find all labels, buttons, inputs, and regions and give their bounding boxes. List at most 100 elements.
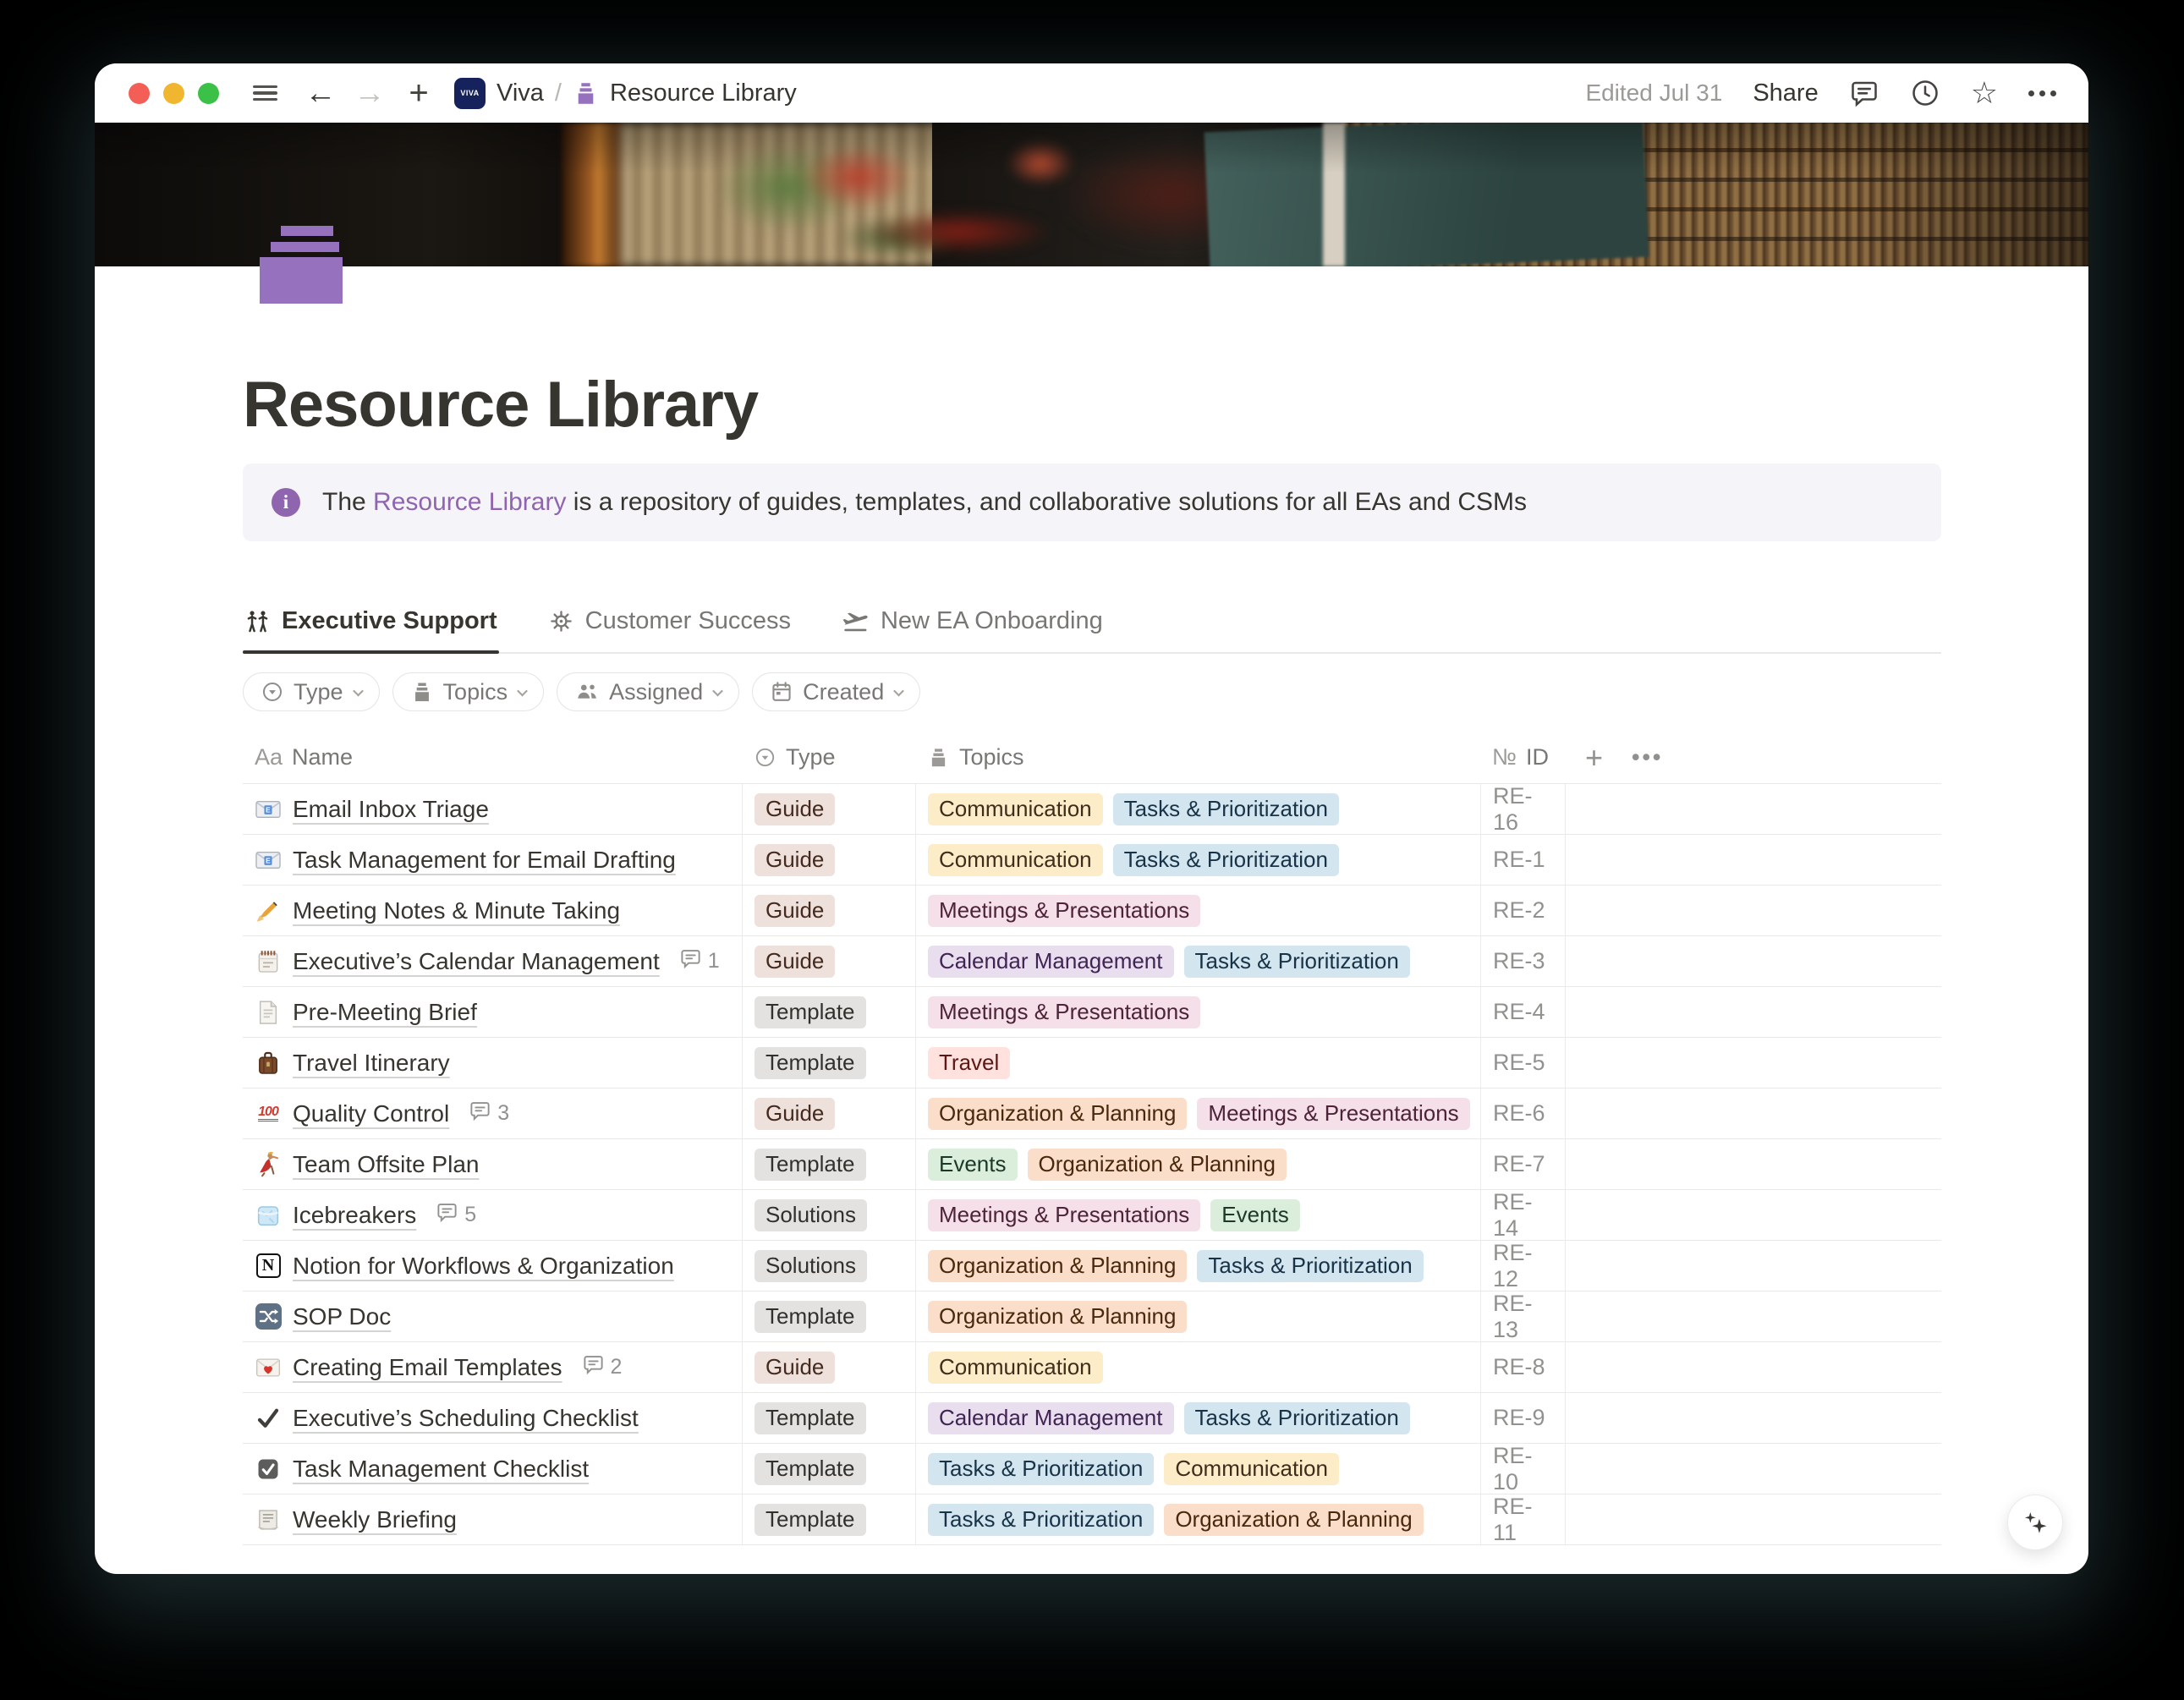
back-icon[interactable]: ← — [302, 74, 339, 112]
filter-chip-created[interactable]: Created — [752, 672, 920, 711]
comment-count-badge[interactable]: 3 — [469, 1100, 509, 1128]
id-cell[interactable]: RE-1 — [1480, 835, 1565, 885]
comment-count-badge[interactable]: 1 — [679, 947, 720, 976]
zoom-window-button[interactable] — [198, 83, 219, 104]
topics-cell[interactable]: Calendar ManagementTasks & Prioritizatio… — [915, 1393, 1480, 1443]
comments-icon[interactable] — [1849, 78, 1879, 108]
id-cell[interactable]: RE-7 — [1480, 1139, 1565, 1189]
name-cell[interactable]: 100Quality Control3 — [243, 1089, 742, 1138]
page-cover-image[interactable] — [95, 123, 2088, 266]
page-link[interactable]: Task Management Checklist — [293, 1456, 589, 1483]
type-cell[interactable]: Guide — [742, 1342, 915, 1392]
name-cell[interactable]: Weekly Briefing — [243, 1494, 742, 1544]
topics-cell[interactable]: Organization & PlanningTasks & Prioritiz… — [915, 1241, 1480, 1291]
id-cell[interactable]: RE-14 — [1480, 1190, 1565, 1240]
filter-chip-topics[interactable]: Topics — [392, 672, 545, 711]
filter-chip-assigned[interactable]: Assigned — [557, 672, 739, 711]
filter-chip-type[interactable]: Type — [243, 672, 380, 711]
id-cell[interactable]: RE-8 — [1480, 1342, 1565, 1392]
topics-cell[interactable]: Meetings & Presentations — [915, 886, 1480, 935]
type-cell[interactable]: Template — [742, 1038, 915, 1088]
id-cell[interactable]: RE-4 — [1480, 987, 1565, 1037]
id-cell[interactable]: RE-12 — [1480, 1241, 1565, 1291]
id-cell[interactable]: RE-2 — [1480, 886, 1565, 935]
page-link[interactable]: Executive’s Calendar Management — [293, 948, 660, 975]
page-link[interactable]: Executive’s Scheduling Checklist — [293, 1405, 639, 1432]
breadcrumb-page[interactable]: Resource Library — [610, 80, 797, 107]
topics-cell[interactable]: Meetings & Presentations — [915, 987, 1480, 1037]
page-link[interactable]: Pre-Meeting Brief — [293, 999, 477, 1026]
page-link[interactable]: Email Inbox Triage — [293, 796, 489, 823]
more-options-icon[interactable] — [2028, 90, 2056, 96]
type-cell[interactable]: Guide — [742, 936, 915, 986]
type-cell[interactable]: Template — [742, 1393, 915, 1443]
name-cell[interactable]: ETask Management for Email Drafting — [243, 835, 742, 885]
tab-new-ea-onboarding[interactable]: New EA Onboarding — [840, 599, 1105, 652]
name-cell[interactable]: SOP Doc — [243, 1291, 742, 1341]
page-archive-icon[interactable] — [260, 226, 343, 304]
id-cell[interactable]: RE-6 — [1480, 1089, 1565, 1138]
topics-cell[interactable]: CommunicationTasks & Prioritization — [915, 784, 1480, 834]
id-cell[interactable]: RE-16 — [1480, 784, 1565, 834]
type-cell[interactable]: Template — [742, 1291, 915, 1341]
page-link[interactable]: Meeting Notes & Minute Taking — [293, 897, 620, 924]
topics-cell[interactable]: Organization & PlanningMeetings & Presen… — [915, 1089, 1480, 1138]
name-cell[interactable]: Team Offsite Plan — [243, 1139, 742, 1189]
forward-icon[interactable]: → — [351, 74, 388, 112]
comment-count-badge[interactable]: 5 — [436, 1201, 476, 1230]
page-link[interactable]: Icebreakers — [293, 1202, 416, 1229]
page-link[interactable]: Quality Control — [293, 1100, 449, 1127]
name-cell[interactable]: Creating Email Templates 2 — [243, 1342, 742, 1392]
comment-count-badge[interactable]: 2 — [582, 1353, 623, 1382]
topics-cell[interactable]: Calendar ManagementTasks & Prioritizatio… — [915, 936, 1480, 986]
breadcrumb-workspace[interactable]: Viva — [497, 80, 544, 107]
id-cell[interactable]: RE-3 — [1480, 936, 1565, 986]
close-window-button[interactable] — [129, 83, 150, 104]
type-cell[interactable]: Template — [742, 1444, 915, 1494]
page-link[interactable]: Notion for Workflows & Organization — [293, 1253, 674, 1280]
column-header-topics[interactable]: Topics — [915, 744, 1480, 770]
page-title[interactable]: Resource Library — [243, 368, 1941, 441]
tab-executive-support[interactable]: Executive Support — [243, 599, 499, 652]
sidebar-toggle-icon[interactable] — [246, 74, 283, 112]
type-cell[interactable]: Template — [742, 1139, 915, 1189]
topics-cell[interactable]: EventsOrganization & Planning — [915, 1139, 1480, 1189]
workspace-logo[interactable]: VIVA — [454, 78, 486, 109]
topics-cell[interactable]: Tasks & PrioritizationOrganization & Pla… — [915, 1494, 1480, 1544]
history-clock-icon[interactable] — [1910, 78, 1940, 108]
name-cell[interactable]: Meeting Notes & Minute Taking — [243, 886, 742, 935]
type-cell[interactable]: Guide — [742, 886, 915, 935]
id-cell[interactable]: RE-13 — [1480, 1291, 1565, 1341]
id-cell[interactable]: RE-11 — [1480, 1494, 1565, 1544]
resource-library-link[interactable]: Resource Library — [373, 488, 566, 516]
name-cell[interactable]: Executive’s Scheduling Checklist — [243, 1393, 742, 1443]
type-cell[interactable]: Guide — [742, 1089, 915, 1138]
name-cell[interactable]: Task Management Checklist — [243, 1444, 742, 1494]
topics-cell[interactable]: CommunicationTasks & Prioritization — [915, 835, 1480, 885]
tab-customer-success[interactable]: Customer Success — [546, 599, 793, 652]
new-page-icon[interactable]: + — [400, 74, 437, 112]
column-header-id[interactable]: № ID — [1480, 744, 1565, 770]
name-cell[interactable]: Icebreakers 5 — [243, 1190, 742, 1240]
topics-cell[interactable]: Organization & Planning — [915, 1291, 1480, 1341]
id-cell[interactable]: RE-10 — [1480, 1444, 1565, 1494]
page-link[interactable]: Team Offsite Plan — [293, 1151, 479, 1178]
type-cell[interactable]: Solutions — [742, 1190, 915, 1240]
topics-cell[interactable]: Communication — [915, 1342, 1480, 1392]
page-link[interactable]: Creating Email Templates — [293, 1354, 562, 1381]
topics-cell[interactable]: Tasks & PrioritizationCommunication — [915, 1444, 1480, 1494]
column-header-name[interactable]: Aa Name — [243, 744, 742, 770]
name-cell[interactable]: Pre-Meeting Brief — [243, 987, 742, 1037]
page-link[interactable]: Task Management for Email Drafting — [293, 847, 676, 874]
page-link[interactable]: Weekly Briefing — [293, 1506, 457, 1533]
name-cell[interactable]: EEmail Inbox Triage — [243, 784, 742, 834]
topics-cell[interactable]: Meetings & PresentationsEvents — [915, 1190, 1480, 1240]
name-cell[interactable]: Executive’s Calendar Management 1 — [243, 936, 742, 986]
topics-cell[interactable]: Travel — [915, 1038, 1480, 1088]
id-cell[interactable]: RE-5 — [1480, 1038, 1565, 1088]
page-link[interactable]: SOP Doc — [293, 1303, 391, 1330]
minimize-window-button[interactable] — [163, 83, 184, 104]
name-cell[interactable]: NNotion for Workflows & Organization — [243, 1241, 742, 1291]
share-button[interactable]: Share — [1753, 80, 1818, 107]
page-link[interactable]: Travel Itinerary — [293, 1050, 450, 1077]
